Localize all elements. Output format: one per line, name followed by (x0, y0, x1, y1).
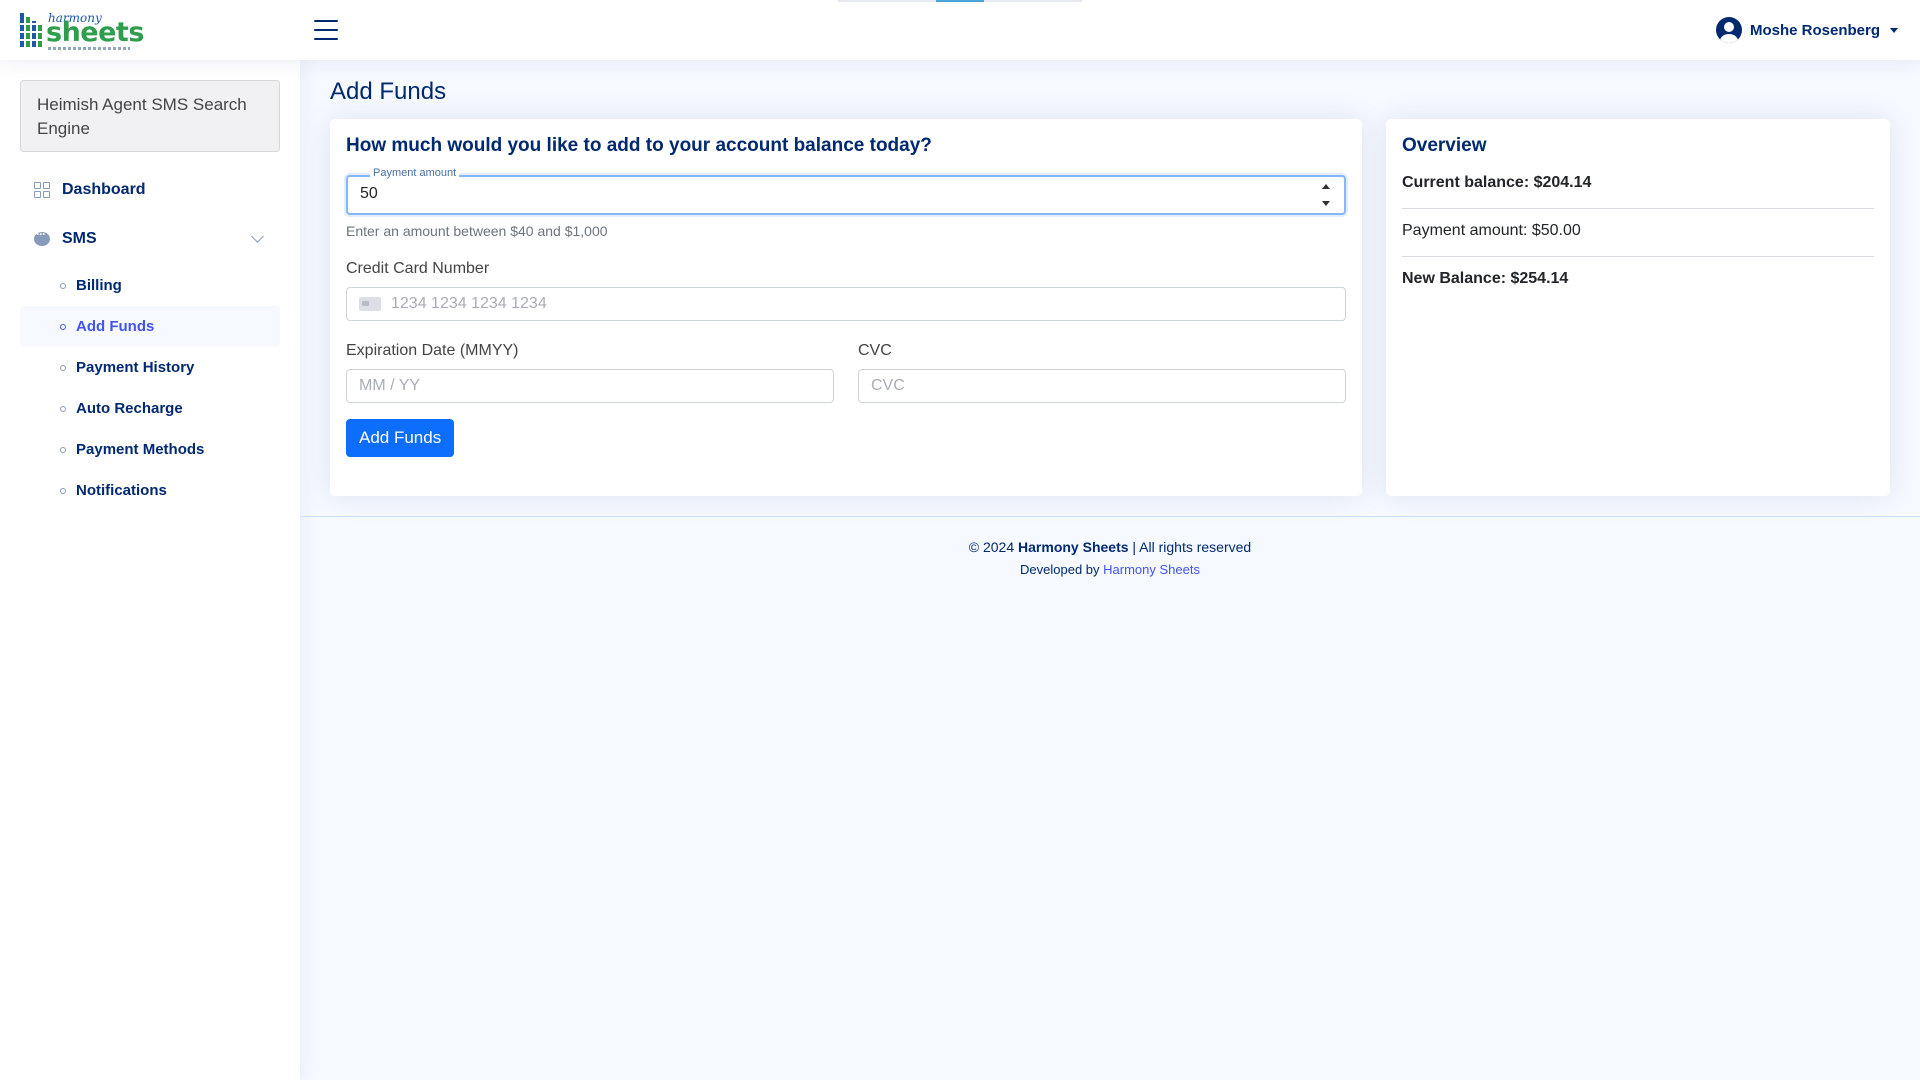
app-name-box: Heimish Agent SMS Search Engine (20, 80, 280, 152)
developed-by-text: Developed by (1020, 562, 1100, 577)
logo-tagline (48, 47, 130, 50)
cvc-label: CVC (858, 342, 892, 359)
chevron-down-icon (251, 230, 264, 243)
grid-icon (34, 182, 50, 198)
sidebar-subitem-add-funds[interactable]: Add Funds (20, 306, 280, 347)
sidebar: Heimish Agent SMS Search Engine Dashboar… (0, 60, 300, 1080)
logo-bars-icon (20, 13, 42, 47)
cc-number-label: Credit Card Number (346, 260, 490, 277)
harmony-sheets-logo[interactable]: harmony sheets (20, 9, 144, 51)
add-funds-card: How much would you like to add to your a… (330, 119, 1362, 496)
spinner-up-icon[interactable] (1322, 184, 1330, 189)
cvc-column: CVC CVC (858, 321, 1346, 403)
overview-title: Overview (1402, 135, 1487, 156)
circle-icon (60, 323, 66, 330)
cvc-placeholder: CVC (871, 377, 905, 394)
sidebar-item-label: SMS (62, 230, 97, 247)
circle-icon (60, 487, 66, 494)
sidebar-item-label: Dashboard (62, 181, 146, 198)
add-funds-button[interactable]: Add Funds (346, 419, 455, 457)
expiration-column: Expiration Date (MMYY) MM / YY (346, 321, 834, 403)
user-name: Moshe Rosenberg (1749, 21, 1880, 39)
user-profile-dropdown[interactable]: Moshe Rosenberg (1715, 16, 1898, 44)
credit-card-icon (359, 297, 381, 311)
sidebar-item-sms[interactable]: SMS (20, 219, 280, 259)
copyright-prefix: © 2024 (968, 539, 1015, 555)
current-balance: Current balance: $204.14 (1402, 161, 1874, 209)
copyright: © 2024 Harmony Sheets | All rights reser… (300, 539, 1920, 555)
developer-link[interactable]: Harmony Sheets (1103, 562, 1200, 577)
new-balance: New Balance: $254.14 (1402, 270, 1569, 287)
expiration-label: Expiration Date (MMYY) (346, 342, 519, 359)
payment-amount-field[interactable]: Payment amount (346, 167, 1346, 215)
circle-icon (60, 405, 66, 412)
sidebar-subitem-notifications[interactable]: Notifications (20, 470, 280, 511)
number-spinner[interactable] (1320, 184, 1332, 206)
page-title: Add Funds (330, 78, 447, 105)
circle-icon (60, 282, 66, 289)
circle-icon (60, 446, 66, 453)
expiration-placeholder: MM / YY (359, 377, 421, 394)
sidebar-subitem-payment-methods[interactable]: Payment Methods (20, 429, 280, 470)
sidebar-subitem-label: Payment Methods (76, 441, 205, 458)
hamburger-menu-icon[interactable] (312, 17, 340, 43)
sidebar-subitem-label: Add Funds (76, 318, 155, 335)
caret-down-icon (1890, 27, 1898, 33)
payment-amount-label: Payment amount (370, 167, 460, 179)
sidebar-subitem-label: Auto Recharge (76, 400, 183, 417)
footer: © 2024 Harmony Sheets | All rights reser… (300, 516, 1920, 577)
sidebar-item-dashboard[interactable]: Dashboard (20, 170, 280, 210)
copyright-brand: Harmony Sheets (1018, 539, 1129, 555)
sidebar-subitem-label: Payment History (76, 359, 195, 376)
sidebar-subitem-auto-recharge[interactable]: Auto Recharge (20, 388, 280, 429)
sidebar-subitem-label: Notifications (76, 482, 167, 499)
amount-help-text: Enter an amount between $40 and $1,000 (346, 223, 608, 239)
circle-icon (60, 364, 66, 371)
form-question: How much would you like to add to your a… (346, 135, 932, 156)
cc-number-input[interactable]: 1234 1234 1234 1234 (346, 287, 1346, 321)
sidebar-subitem-billing[interactable]: Billing (20, 265, 280, 306)
sidebar-subitem-payment-history[interactable]: Payment History (20, 347, 280, 388)
spinner-down-icon[interactable] (1322, 201, 1330, 206)
logo-text-big: sheets (46, 17, 144, 48)
user-avatar-icon (1715, 17, 1742, 43)
chat-icon (34, 227, 50, 246)
sms-submenu: Billing Add Funds Payment History Auto R… (20, 265, 280, 511)
sidebar-subitem-label: Billing (76, 277, 122, 294)
overview-card: Overview Current balance: $204.14 Paymen… (1386, 119, 1890, 496)
loading-indicator (838, 0, 1082, 2)
copyright-rights: | All rights reserved (1132, 539, 1252, 555)
cvc-input[interactable]: CVC (858, 369, 1346, 403)
exp-cvc-row: Expiration Date (MMYY) MM / YY CVC CVC (346, 321, 1346, 403)
credits: Developed by Harmony Sheets (300, 562, 1920, 577)
cc-number-placeholder: 1234 1234 1234 1234 (391, 295, 547, 312)
expiration-input[interactable]: MM / YY (346, 369, 834, 403)
top-header: harmony sheets Moshe Rosenberg (0, 0, 1920, 60)
payment-amount-input[interactable] (360, 185, 1260, 203)
payment-amount-summary: Payment amount: $50.00 (1402, 209, 1874, 257)
